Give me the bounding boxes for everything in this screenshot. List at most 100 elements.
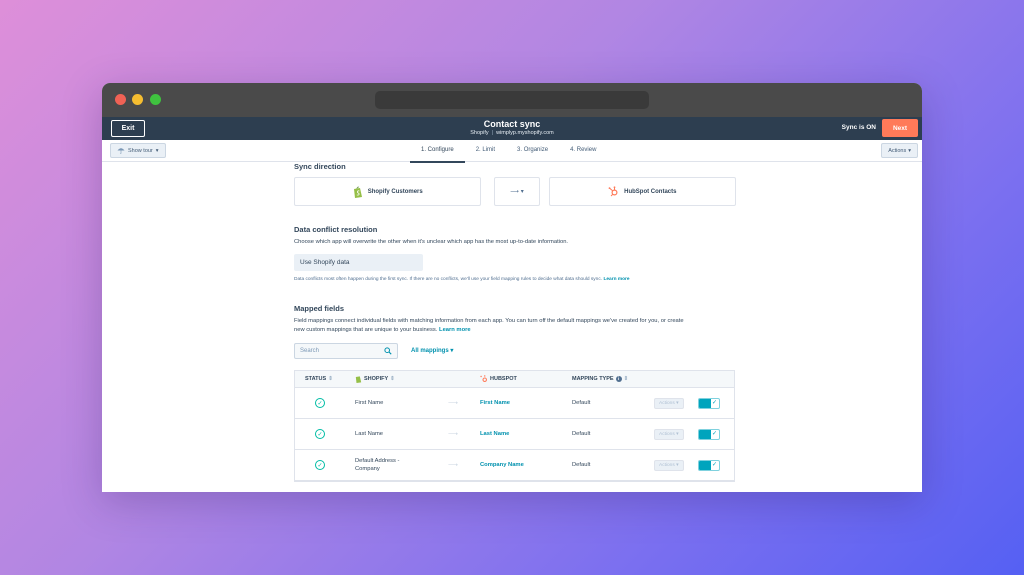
info-icon: i	[615, 375, 622, 382]
table-row: ✓ Last Name ⟶ Last Name Default Actions …	[295, 419, 734, 450]
mapped-fields-description: Field mappings connect individual fields…	[294, 317, 736, 335]
shopify-field: Default Address - Company	[355, 458, 400, 473]
tab-configure[interactable]: 1. Configure	[410, 140, 465, 163]
column-status-label: STATUS	[305, 375, 327, 382]
column-hubspot-label: HUBSPOT	[490, 375, 517, 382]
column-header-mapping-type[interactable]: MAPPING TYPE i ⇕	[572, 375, 629, 382]
caret-down-icon: ▾	[908, 147, 911, 154]
all-mappings-dropdown[interactable]: All mappings ▾	[411, 347, 453, 354]
step-tabs: 1. Configure 2. Limit 3. Organize 4. Rev…	[410, 140, 607, 163]
column-header-hubspot[interactable]: HUBSPOT	[480, 375, 517, 383]
page-title: Contact sync	[483, 119, 541, 129]
tab-organize[interactable]: 3. Organize	[506, 140, 559, 162]
shopify-logo-icon	[353, 186, 362, 198]
status-check-icon: ✓	[315, 398, 325, 409]
conflict-title: Data conflict resolution	[294, 225, 378, 234]
row-actions-dropdown[interactable]: Actions ▾	[654, 397, 684, 409]
sort-icon: ⇕	[390, 375, 395, 382]
tab-bar: Show tour ▾ 1. Configure 2. Limit 3. Org…	[102, 140, 922, 163]
window-titlebar	[102, 83, 922, 117]
header-subtitle: Shopify | wimplyp.myshopify.com	[102, 130, 922, 136]
mapping-arrow-icon: ⟶	[448, 431, 459, 439]
column-shopify-label: SHOPIFY	[364, 375, 389, 382]
shopify-field: First Name	[355, 400, 384, 407]
main-content: Sync direction Shopify Customers ⟶ ▾ Hub…	[294, 162, 737, 482]
status-check-icon: ✓	[315, 460, 325, 471]
row-actions-dropdown[interactable]: Actions ▾	[654, 428, 684, 440]
minimize-window-button[interactable]	[132, 94, 143, 105]
source-app-label: Shopify	[470, 130, 489, 136]
actions-label: Actions	[888, 147, 907, 154]
caret-down-icon: ▾	[676, 462, 679, 468]
column-header-shopify[interactable]: SHOPIFY ⇕	[355, 375, 395, 383]
row-actions-label: Actions	[659, 462, 675, 468]
row-actions-dropdown[interactable]: Actions ▾	[654, 459, 684, 471]
row-actions-label: Actions	[659, 400, 675, 406]
table-row: ✓ Default Address - Company ⟶ Company Na…	[295, 450, 734, 481]
sync-direction-title: Sync direction	[294, 162, 346, 171]
caret-down-icon: ▾	[155, 147, 159, 154]
mappings-table: STATUS ⇕ SHOPIFY ⇕ HUBSPOT MAPPING TYPE …	[294, 369, 735, 482]
mapping-arrow-icon: ⟶	[448, 400, 459, 408]
table-row: ✓ First Name ⟶ First Name Default Action…	[295, 388, 734, 419]
mapped-fields-learn-more-link[interactable]: Learn more	[439, 327, 471, 333]
mapping-toggle[interactable]: ✓	[698, 428, 720, 440]
mapped-fields-desc-line2: new custom mappings that are unique to y…	[294, 326, 438, 333]
mapping-type: Default	[572, 462, 591, 469]
conflict-note: Data conflicts most often happen during …	[294, 277, 736, 282]
table-header: STATUS ⇕ SHOPIFY ⇕ HUBSPOT MAPPING TYPE …	[295, 370, 734, 388]
mapping-type: Default	[572, 431, 591, 438]
hubspot-logo-icon	[608, 186, 618, 197]
next-button[interactable]: Next	[882, 119, 918, 137]
sort-icon: ⇕	[328, 375, 333, 382]
browser-window: Exit Contact sync Shopify | wimplyp.myshop…	[102, 83, 922, 492]
search-input[interactable]: Search	[294, 342, 398, 359]
sort-icon: ⇕	[623, 375, 629, 382]
show-tour-button[interactable]: Show tour ▾	[110, 143, 166, 158]
toggle-check-icon: ✓	[711, 399, 717, 406]
close-window-button[interactable]	[115, 94, 126, 105]
column-header-status[interactable]: STATUS ⇕	[305, 376, 333, 382]
hubspot-field-link[interactable]: Company Name	[480, 450, 524, 481]
status-check-icon: ✓	[315, 429, 325, 440]
conflict-description: Choose which app will overwrite the othe…	[294, 239, 569, 245]
hubspot-field-link[interactable]: Last Name	[480, 419, 509, 450]
shopify-logo-icon	[355, 376, 362, 383]
mapping-type: Default	[572, 400, 591, 407]
conflict-learn-more-link[interactable]: Learn more	[603, 277, 629, 282]
caret-down-icon: ▾	[676, 431, 679, 437]
shopify-app-box: Shopify Customers	[294, 177, 482, 206]
address-bar[interactable]	[375, 91, 649, 109]
mapping-toggle[interactable]: ✓	[698, 459, 720, 471]
caret-down-icon: ▾	[520, 189, 524, 195]
arrow-right-icon: ⟶	[510, 189, 519, 195]
mapping-toggle[interactable]: ✓	[698, 397, 720, 409]
right-app-label: HubSpot Contacts	[624, 188, 677, 195]
hubspot-app-box: HubSpot Contacts	[548, 177, 737, 206]
separator: |	[491, 130, 494, 136]
caret-down-icon: ▾	[450, 348, 454, 355]
tab-review[interactable]: 4. Review	[559, 140, 607, 162]
hubspot-field-link[interactable]: First Name	[480, 388, 510, 419]
sync-status-label: Sync is ON	[841, 124, 876, 131]
mapping-arrow-icon: ⟶	[448, 462, 459, 470]
hubspot-logo-icon	[480, 375, 487, 382]
search-placeholder: Search	[300, 347, 320, 354]
tab-limit[interactable]: 2. Limit	[465, 140, 506, 162]
maximize-window-button[interactable]	[150, 94, 161, 105]
app-header: Exit Contact sync Shopify | wimplyp.myshop…	[102, 117, 922, 140]
mapped-fields-title: Mapped fields	[294, 303, 345, 313]
actions-dropdown[interactable]: Actions ▾	[881, 143, 918, 158]
sync-direction-row: Shopify Customers ⟶ ▾ HubSpot Contacts	[294, 177, 737, 206]
shop-url: wimplyp.myshopify.com	[496, 130, 554, 136]
search-icon	[384, 347, 392, 355]
toggle-check-icon: ✓	[711, 461, 717, 468]
show-tour-label: Show tour	[128, 147, 153, 154]
toggle-check-icon: ✓	[711, 430, 717, 437]
column-mapping-type-label: MAPPING TYPE	[572, 375, 614, 382]
left-app-label: Shopify Customers	[367, 188, 423, 195]
filter-row: Search All mappings ▾	[294, 342, 736, 359]
conflict-resolution-select[interactable]: Use Shopify data	[294, 253, 423, 271]
sync-direction-dropdown[interactable]: ⟶ ▾	[494, 177, 540, 206]
row-actions-label: Actions	[659, 431, 675, 437]
